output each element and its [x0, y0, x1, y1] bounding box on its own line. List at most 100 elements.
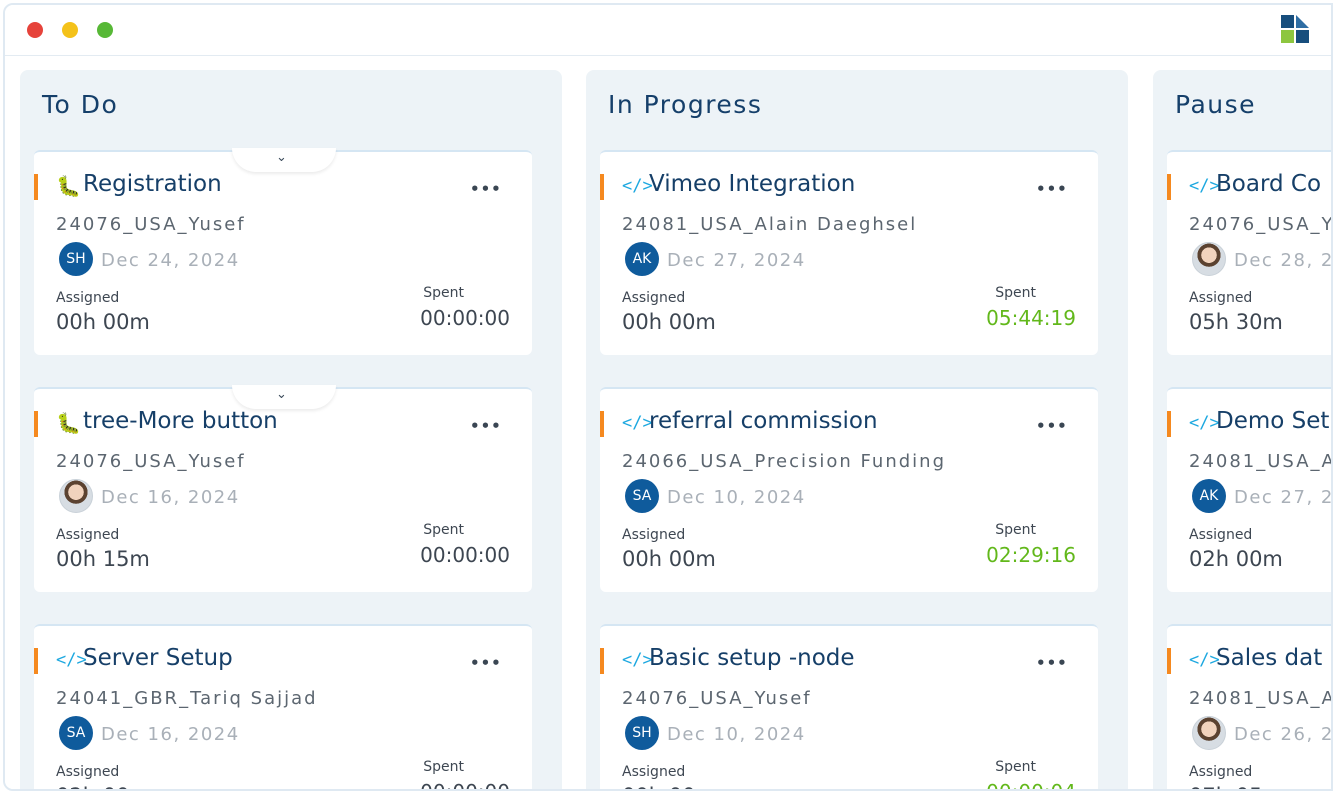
task-card[interactable]: </> Vimeo Integration ••• 24081_USA_Alain D…	[600, 150, 1098, 355]
task-card[interactable]: ⌄ 🐛 tree-More button ••• 24076_USA_Yusef Dec …	[34, 385, 532, 592]
spent-time: 00:00:00	[420, 543, 510, 567]
app-window: To Do ⌄ 🐛 Registration ••• 24076_USA_Yusef SH D…	[3, 3, 1333, 791]
project-name: 24081_USA_Al	[1189, 688, 1333, 709]
assigned-time: 02h 00m	[56, 784, 150, 789]
spent-time: 02:29:16	[986, 543, 1076, 567]
due-date: Dec 27, 2024	[667, 250, 806, 271]
avatar[interactable]: SH	[625, 716, 659, 750]
avatar[interactable]: SA	[625, 479, 659, 513]
assigned-label: Assigned	[56, 290, 120, 306]
spent-time: 05:44:19	[986, 306, 1076, 330]
assigned-label: Assigned	[622, 527, 686, 543]
expand-toggle[interactable]: ⌄	[232, 385, 336, 409]
assigned-time: 02h 00m	[1189, 547, 1283, 571]
avatar[interactable]	[1192, 242, 1226, 276]
avatar[interactable]	[59, 479, 93, 513]
due-date: Dec 16, 2024	[101, 487, 240, 508]
assigned-time: 07h 05m	[1189, 784, 1283, 789]
avatar[interactable]	[1192, 716, 1226, 750]
more-options-icon[interactable]: •••	[470, 654, 502, 672]
spent-time: 00:00:00	[420, 306, 510, 330]
task-title[interactable]: Board Co	[1216, 171, 1321, 197]
minimize-window-button[interactable]	[62, 22, 78, 38]
assigned-label: Assigned	[1189, 527, 1253, 543]
avatar[interactable]: AK	[1192, 479, 1226, 513]
project-name: 24076_USA_Yusef	[56, 451, 246, 472]
title-bar	[5, 5, 1331, 56]
column-pause: Pause</>Board Co•••24076_USA_YDec 28, 2A…	[1153, 70, 1333, 789]
priority-indicator	[600, 174, 604, 200]
app-logo-icon	[1281, 15, 1309, 43]
chevron-down-icon: ⌄	[276, 387, 287, 402]
spent-time: 00:00:00	[420, 780, 510, 789]
task-title[interactable]: Basic setup -node	[649, 645, 855, 671]
avatar[interactable]: SH	[59, 242, 93, 276]
spent-label: Spent	[423, 522, 464, 538]
spent-label: Spent	[423, 759, 464, 775]
more-options-icon[interactable]: •••	[1036, 654, 1068, 672]
task-card[interactable]: </>Sales dat•••24081_USA_AlDec 26, 2Assi…	[1167, 624, 1333, 789]
maximize-window-button[interactable]	[97, 22, 113, 38]
assigned-label: Assigned	[1189, 290, 1253, 306]
task-title[interactable]: Sales dat	[1216, 645, 1322, 671]
task-card[interactable]: </> Server Setup ••• 24041_GBR_Tariq Sajjad…	[34, 624, 532, 789]
assigned-time: 05h 30m	[1189, 310, 1283, 334]
project-name: 24076_USA_Y	[1189, 214, 1333, 235]
task-title[interactable]: Server Setup	[83, 645, 233, 671]
chevron-down-icon: ⌄	[276, 150, 287, 165]
task-card[interactable]: </> referral commission ••• 24066_USA_Preci…	[600, 387, 1098, 592]
assigned-label: Assigned	[622, 290, 686, 306]
due-date: Dec 10, 2024	[667, 724, 806, 745]
assigned-label: Assigned	[56, 764, 120, 780]
due-date: Dec 16, 2024	[101, 724, 240, 745]
close-window-button[interactable]	[27, 22, 43, 38]
priority-indicator	[34, 174, 38, 200]
expand-toggle[interactable]: ⌄	[232, 148, 336, 172]
task-title[interactable]: referral commission	[649, 408, 878, 434]
bug-icon: 🐛	[56, 174, 81, 198]
more-options-icon[interactable]: •••	[470, 180, 502, 198]
column-title: Pause	[1175, 90, 1257, 119]
due-date: Dec 24, 2024	[101, 250, 240, 271]
spent-label: Spent	[423, 285, 464, 301]
project-name: 24076_USA_Yusef	[622, 688, 812, 709]
spent-time: 00:00:04	[986, 780, 1076, 789]
task-card[interactable]: </>Demo Set•••24081_USA_AAKDec 27, 2Assi…	[1167, 387, 1333, 592]
assigned-time: 00h 00m	[622, 310, 716, 334]
more-options-icon[interactable]: •••	[1036, 417, 1068, 435]
due-date: Dec 27, 2	[1234, 487, 1333, 508]
due-date: Dec 26, 2	[1234, 724, 1333, 745]
spent-label: Spent	[995, 522, 1036, 538]
avatar[interactable]: AK	[625, 242, 659, 276]
assigned-time: 00h 00m	[622, 547, 716, 571]
project-name: 24066_USA_Precision Funding	[622, 451, 946, 472]
task-title[interactable]: Registration	[83, 171, 222, 197]
spent-label: Spent	[995, 285, 1036, 301]
more-options-icon[interactable]: •••	[1036, 180, 1068, 198]
priority-indicator	[34, 411, 38, 437]
priority-indicator	[1167, 411, 1171, 437]
column-in-progress: In Progress </> Vimeo Integration ••• 24081_…	[586, 70, 1128, 789]
assigned-time: 00h 00m	[622, 784, 716, 789]
task-title[interactable]: Demo Set	[1216, 408, 1329, 434]
task-card[interactable]: ⌄ 🐛 Registration ••• 24076_USA_Yusef SH Dec 24…	[34, 148, 532, 355]
task-card[interactable]: </>Board Co•••24076_USA_YDec 28, 2Assign…	[1167, 150, 1333, 355]
assigned-time: 00h 00m	[56, 310, 150, 334]
spent-label: Spent	[995, 759, 1036, 775]
project-name: 24081_USA_A	[1189, 451, 1333, 472]
avatar[interactable]: SA	[59, 716, 93, 750]
priority-indicator	[1167, 648, 1171, 674]
task-title[interactable]: tree-More button	[83, 408, 278, 434]
task-title[interactable]: Vimeo Integration	[649, 171, 855, 197]
column-title: In Progress	[608, 90, 763, 119]
task-card[interactable]: </> Basic setup -node ••• 24076_USA_Yusef SH…	[600, 624, 1098, 789]
priority-indicator	[600, 648, 604, 674]
assigned-time: 00h 15m	[56, 547, 150, 571]
assigned-label: Assigned	[56, 527, 120, 543]
bug-icon: 🐛	[56, 411, 81, 435]
due-date: Dec 10, 2024	[667, 487, 806, 508]
priority-indicator	[34, 648, 38, 674]
more-options-icon[interactable]: •••	[470, 417, 502, 435]
column-title: To Do	[42, 90, 119, 119]
due-date: Dec 28, 2	[1234, 250, 1333, 271]
